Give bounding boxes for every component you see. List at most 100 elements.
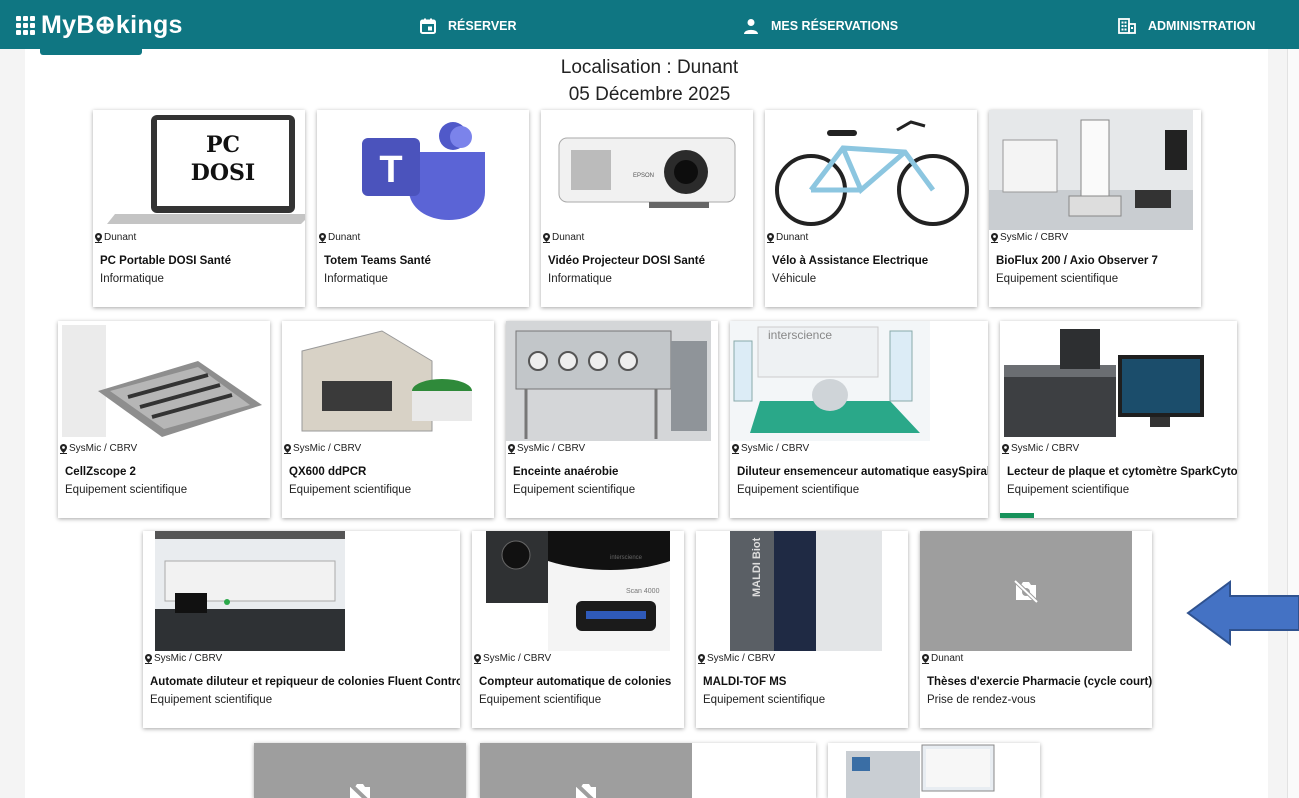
card-image-text: PC [206,132,240,158]
card-image-placeholder [920,531,1132,651]
card-location-label: SysMic / CBRV [483,653,552,664]
card-image: PC DOSI [93,110,305,230]
card-image [765,110,977,230]
card-image-text: T [379,149,402,191]
card-title: BioFlux 200 / Axio Observer 7 [996,255,1158,267]
resource-card[interactable]: SysMic / CBRV QX600 ddPCR Equipement sci… [282,321,494,518]
resource-card[interactable] [828,743,1040,798]
location-pin-icon [284,443,291,454]
card-location: SysMic / CBRV [508,443,585,454]
card-location-label: SysMic / CBRV [707,653,776,664]
card-location-label: SysMic / CBRV [1011,443,1080,454]
location-pin-icon [60,443,67,454]
resource-card[interactable]: SysMic / CBRV Enceinte anaérobie Equipem… [506,321,718,518]
person-icon [744,19,758,34]
card-category: Equipement scientifique [703,694,826,706]
resource-card[interactable]: interscience Scan 4000 SysMic / CBRV Com… [472,531,684,728]
card-location-label: SysMic / CBRV [293,443,362,454]
active-tab-indicator [40,49,142,55]
resource-card[interactable]: interscience SysMic / CBRV Diluteur ense… [730,321,988,518]
card-location: Dunant [95,232,136,243]
calendar-icon [420,18,436,34]
location-pin-icon [508,443,515,454]
card-title: QX600 ddPCR [289,466,367,478]
card-image [282,321,494,441]
date-heading: 05 Décembre 2025 [568,84,731,105]
card-image: interscience [730,321,930,441]
card-location-label: SysMic / CBRV [1000,232,1069,243]
card-title: Compteur automatique de colonies [479,676,672,688]
card-title: Vidéo Projecteur DOSI Santé [548,255,706,267]
resource-card[interactable]: SysMic / CBRV Automate diluteur et repiq… [143,531,460,728]
card-category: Informatique [324,273,388,285]
card-title: Diluteur ensemenceur automatique easySpi… [737,466,988,478]
card-location: Dunant [922,653,963,664]
card-location: SysMic / CBRV [284,443,361,454]
card-title: Thèses d'exercie Pharmacie (cycle court) [927,676,1152,688]
card-category: Equipement scientifique [996,273,1119,285]
location-pin-icon [319,232,326,243]
card-image-text: MALDI Biot [751,537,763,597]
card-location-label: Dunant [776,232,809,243]
location-pin-icon [145,653,152,664]
card-image [155,531,345,651]
resource-card[interactable]: SysMic / CBRV Lecteur de plaque et cytom… [1000,321,1237,518]
resource-card[interactable]: PC DOSI Dunant PC Portable DOSI Santé In… [93,110,305,307]
nav-my-bookings-button[interactable]: MES RÉSERVATIONS [743,17,898,35]
selection-indicator [1000,513,1034,518]
nav-my-bookings-label: MES RÉSERVATIONS [771,19,899,33]
resource-card[interactable]: SysMic / CBRV CellZscope 2 Equipement sc… [58,321,270,518]
location-pin-icon [95,232,102,243]
card-image-text: EPSON [633,173,654,179]
card-title: MALDI-TOF MS [703,676,787,688]
nav-reserve-button[interactable]: RÉSERVER [420,17,517,35]
no-photo-icon [1013,579,1039,603]
resource-card[interactable] [254,743,466,798]
location-pin-icon [991,232,998,243]
card-image: interscience Scan 4000 [486,531,670,651]
card-image [58,321,270,441]
card-location: SysMic / CBRV [474,653,551,664]
app-logo[interactable]: MyB⊕kings [16,10,183,40]
location-pin-icon [767,232,774,243]
card-location: SysMic / CBRV [732,443,809,454]
location-pin-icon [474,653,481,664]
card-location: SysMic / CBRV [1002,443,1079,454]
annotation-arrow-icon [1186,580,1299,646]
resource-card[interactable]: Dunant Vélo à Assistance Electrique Véhi… [765,110,977,307]
card-title: Automate diluteur et repiqueur de coloni… [150,676,460,688]
card-title: Vélo à Assistance Electrique [772,255,929,267]
card-location: Dunant [319,232,360,243]
card-category: Equipement scientifique [65,484,188,496]
card-title: PC Portable DOSI Santé [100,255,232,267]
nav-admin-button[interactable]: ADMINISTRATION [1118,17,1255,35]
card-category: Informatique [100,273,164,285]
nav-reserve-label: RÉSERVER [448,19,517,33]
card-location-label: Dunant [552,232,585,243]
resource-card[interactable]: T Dunant Totem Teams Santé Informatique [317,110,529,307]
resource-card[interactable]: MALDI Biot SysMic / CBRV MALDI-TOF MS Eq… [696,531,908,728]
card-location-label: SysMic / CBRV [69,443,138,454]
card-location: SysMic / CBRV [145,653,222,664]
location-pin-icon [732,443,739,454]
card-title: Totem Teams Santé [324,255,431,267]
location-heading: Localisation : Dunant [560,57,739,78]
resource-card[interactable]: SysMic / CBRV BioFlux 200 / Axio Observe… [989,110,1201,307]
scrollbar-track[interactable] [1287,49,1299,798]
card-image [506,321,711,441]
card-image: MALDI Biot [730,531,882,651]
card-image-text: interscience [768,328,832,342]
resource-card[interactable]: EPSON Dunant Vidéo Projecteur DOSI Santé… [541,110,753,307]
resource-card[interactable]: Dunant Thèses d'exercie Pharmacie (cycle… [920,531,1152,728]
no-photo-icon [573,781,596,798]
card-image-text: Scan 4000 [626,588,660,595]
card-location-label: SysMic / CBRV [517,443,586,454]
card-category: Equipement scientifique [150,694,273,706]
building-icon [1118,18,1136,34]
card-location: SysMic / CBRV [698,653,775,664]
card-location: SysMic / CBRV [60,443,137,454]
card-location-label: Dunant [104,232,137,243]
resource-card[interactable] [480,743,816,798]
location-pin-icon [543,232,550,243]
card-image [846,743,996,798]
